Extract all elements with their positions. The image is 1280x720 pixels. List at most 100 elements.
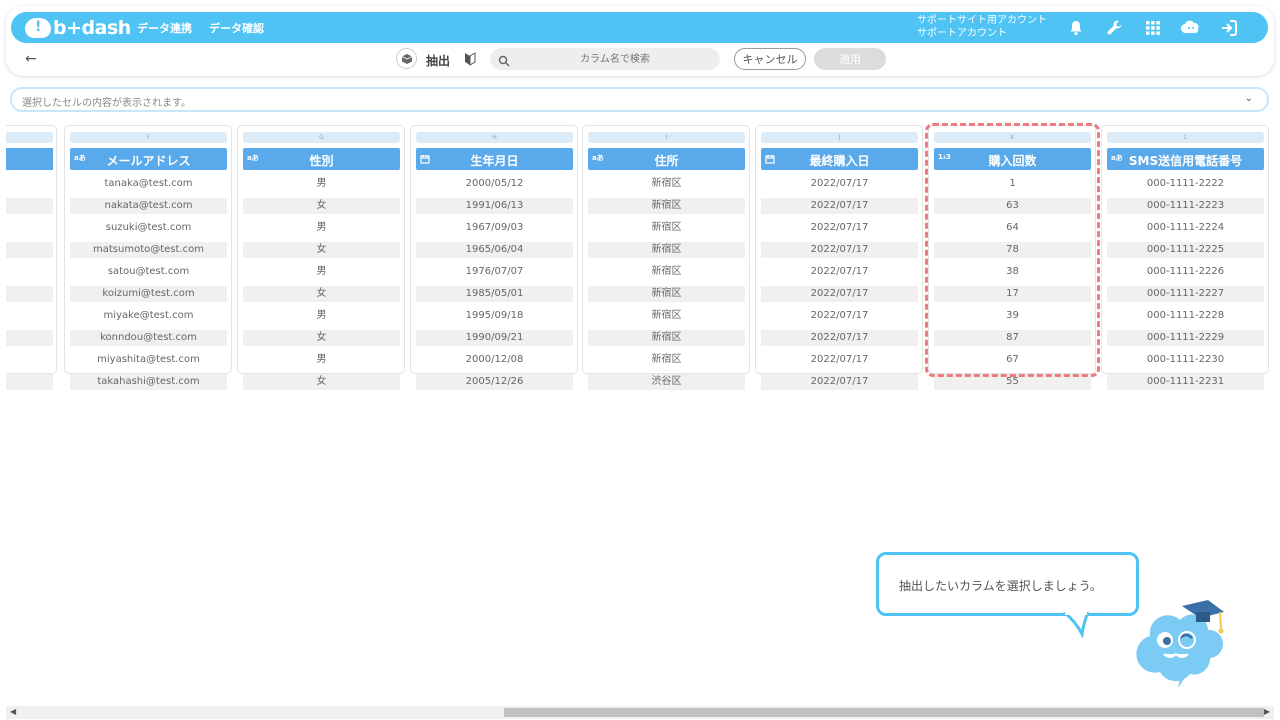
table-cell[interactable]: 新宿区 — [588, 330, 745, 350]
table-cell[interactable]: 2022/07/17 — [761, 264, 918, 284]
nav-data-link[interactable]: データ連携 — [137, 20, 192, 36]
table-cell[interactable]: 2022/07/17 — [761, 286, 918, 306]
table-cell[interactable] — [6, 308, 53, 328]
table-cell[interactable]: miyake@test.com — [70, 308, 227, 328]
table-cell[interactable]: miyashita@test.com — [70, 352, 227, 372]
logo[interactable]: b+dash — [25, 16, 131, 40]
table-cell[interactable]: 新宿区 — [588, 242, 745, 262]
table-cell[interactable] — [6, 264, 53, 284]
table-cell[interactable]: takahashi@test.com — [70, 374, 227, 394]
table-cell[interactable]: 新宿区 — [588, 308, 745, 328]
table-cell[interactable]: 新宿区 — [588, 176, 745, 196]
column-header[interactable]: 生年月日 — [416, 148, 573, 170]
column-search-box[interactable] — [490, 48, 720, 70]
column[interactable]: Gaあ 性別男女男女男女男女男女 — [237, 125, 405, 390]
table-cell[interactable]: 1990/09/21 — [416, 330, 573, 350]
table-cell[interactable] — [6, 220, 53, 240]
table-cell[interactable]: 女 — [243, 198, 400, 218]
column-header[interactable] — [6, 148, 53, 170]
table-cell[interactable]: 1976/07/07 — [416, 264, 573, 284]
table-cell[interactable]: 2022/07/17 — [761, 220, 918, 240]
table-cell[interactable]: 78 — [934, 242, 1091, 262]
column-header[interactable]: 1₂3 購入回数 — [934, 148, 1091, 170]
table-cell[interactable]: 男 — [243, 264, 400, 284]
chat-support-icon[interactable] — [1180, 17, 1202, 39]
table-cell[interactable]: 2022/07/17 — [761, 242, 918, 262]
beginner-mark-icon[interactable] — [464, 51, 476, 70]
table-cell[interactable] — [6, 374, 53, 394]
table-cell[interactable]: 渋谷区 — [588, 374, 745, 394]
table-cell[interactable]: 000-1111-2227 — [1107, 286, 1264, 306]
table-cell[interactable]: 男 — [243, 352, 400, 372]
table-cell[interactable]: 000-1111-2226 — [1107, 264, 1264, 284]
table-cell[interactable]: 男 — [243, 308, 400, 328]
horizontal-scrollbar[interactable]: ◀ ▶ — [6, 706, 1274, 719]
table-cell[interactable]: 新宿区 — [588, 264, 745, 284]
table-cell[interactable]: koizumi@test.com — [70, 286, 227, 306]
table-cell[interactable]: 新宿区 — [588, 352, 745, 372]
table-cell[interactable]: 男 — [243, 220, 400, 240]
table-cell[interactable]: 新宿区 — [588, 286, 745, 306]
table-cell[interactable]: matsumoto@test.com — [70, 242, 227, 262]
table-cell[interactable]: 新宿区 — [588, 220, 745, 240]
table-cell[interactable]: 55 — [934, 374, 1091, 394]
logout-icon[interactable] — [1218, 17, 1240, 39]
table-cell[interactable]: satou@test.com — [70, 264, 227, 284]
table-cell[interactable]: konndou@test.com — [70, 330, 227, 350]
table-cell[interactable]: 2022/07/17 — [761, 352, 918, 372]
table-cell[interactable] — [6, 176, 53, 196]
table-cell[interactable]: 000-1111-2225 — [1107, 242, 1264, 262]
table-cell[interactable]: 67 — [934, 352, 1091, 372]
table-cell[interactable]: 1995/09/18 — [416, 308, 573, 328]
grid-menu-icon[interactable] — [1142, 17, 1164, 39]
scrollbar-thumb[interactable] — [504, 708, 1264, 717]
table-cell[interactable]: 63 — [934, 198, 1091, 218]
table-cell[interactable]: 000-1111-2223 — [1107, 198, 1264, 218]
table-cell[interactable]: 1991/06/13 — [416, 198, 573, 218]
table-cell[interactable]: 1 — [934, 176, 1091, 196]
table-cell[interactable]: 1967/09/03 — [416, 220, 573, 240]
column-header[interactable]: aあ 住所 — [588, 148, 745, 170]
table-cell[interactable]: 女 — [243, 374, 400, 394]
column-partial[interactable] — [6, 125, 57, 390]
table-cell[interactable]: 2022/07/17 — [761, 374, 918, 394]
column[interactable]: J 最終購入日 2022/07/17 2022/07/17 2022/07/17 2022… — [755, 125, 923, 390]
table-cell[interactable]: 2000/12/08 — [416, 352, 573, 372]
table-cell[interactable]: 女 — [243, 286, 400, 306]
bell-icon[interactable] — [1065, 17, 1087, 39]
table-cell[interactable]: 新宿区 — [588, 198, 745, 218]
table-cell[interactable]: 女 — [243, 242, 400, 262]
table-cell[interactable]: 000-1111-2224 — [1107, 220, 1264, 240]
column-header[interactable]: aあ 性別 — [243, 148, 400, 170]
table-cell[interactable]: 男 — [243, 176, 400, 196]
column[interactable]: Faあ メールアドレス tanaka@test.com nakata@test.com… — [64, 125, 232, 390]
column[interactable]: K 1₂3 購入回数 1 63 64 78 38 17 39 87 67 55 — [928, 125, 1096, 390]
column-header[interactable]: aあ メールアドレス — [70, 148, 227, 170]
scroll-right-icon[interactable]: ▶ — [1264, 707, 1270, 716]
column-search-input[interactable] — [520, 50, 710, 68]
nav-data-check[interactable]: データ確認 — [209, 20, 264, 36]
table-cell[interactable]: 2022/07/17 — [761, 198, 918, 218]
table-cell[interactable]: 17 — [934, 286, 1091, 306]
scroll-left-icon[interactable]: ◀ — [10, 707, 16, 716]
column[interactable]: Iaあ 住所 新宿区 新宿区 新宿区 新宿区 新宿区 新宿区 新宿区 新宿区 新宿区 渋谷区 — [582, 125, 750, 390]
table-cell[interactable]: 女 — [243, 330, 400, 350]
wrench-icon[interactable] — [1103, 17, 1125, 39]
column-header[interactable]: aあ SMS送信用電話番号 — [1107, 148, 1264, 170]
table-cell[interactable]: nakata@test.com — [70, 198, 227, 218]
apply-button[interactable]: 適用 — [814, 48, 886, 70]
column-header[interactable]: 最終購入日 — [761, 148, 918, 170]
column[interactable]: Laあ SMS送信用電話番号 000-1111-2222 000-1111-2223 0… — [1101, 125, 1269, 390]
table-cell[interactable]: 2022/07/17 — [761, 330, 918, 350]
table-cell[interactable]: 2022/07/17 — [761, 308, 918, 328]
table-cell[interactable]: 64 — [934, 220, 1091, 240]
table-cell[interactable]: 000-1111-2222 — [1107, 176, 1264, 196]
table-cell[interactable]: 38 — [934, 264, 1091, 284]
account-info[interactable]: サポートサイト用アカウント サポートアカウント — [917, 14, 1047, 40]
table-cell[interactable]: 2022/07/17 — [761, 176, 918, 196]
back-arrow-icon[interactable]: ← — [25, 51, 37, 67]
cancel-button[interactable]: キャンセル — [734, 48, 806, 70]
table-cell[interactable]: 2005/12/26 — [416, 374, 573, 394]
table-cell[interactable]: 000-1111-2229 — [1107, 330, 1264, 350]
table-cell[interactable]: 000-1111-2228 — [1107, 308, 1264, 328]
